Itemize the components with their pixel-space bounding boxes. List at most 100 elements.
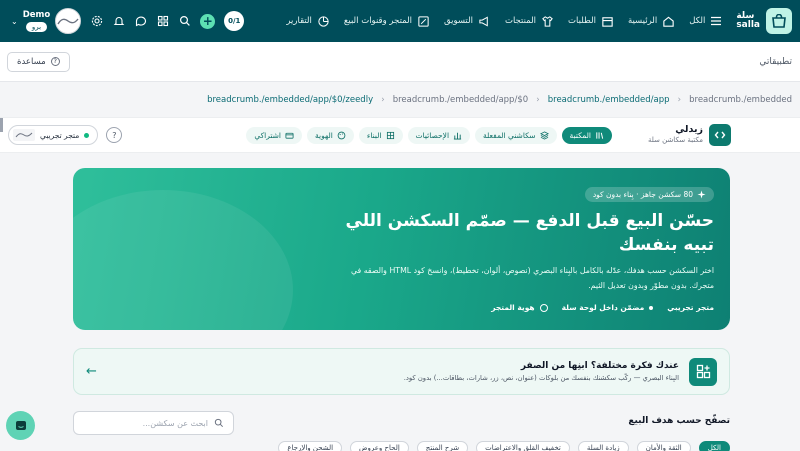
nav-item-reports[interactable]: التقارير: [286, 15, 330, 28]
help-button[interactable]: ? مساعدة: [7, 51, 70, 72]
settings-icon[interactable]: [90, 15, 103, 28]
card-subtitle: البِناء البصري — ركّب سكشنك بنفسك من بلو…: [403, 373, 679, 382]
store-name: متجر تجريبي: [40, 130, 80, 140]
hero-banner: 80 سكشن جاهز · بِناء بدون كود حسّن البيع…: [73, 168, 730, 330]
section-search-input[interactable]: ابحث عن سكشن...: [73, 411, 234, 435]
apps-grid-icon[interactable]: [156, 15, 169, 28]
app-tabs: المكتبة سكاشني المفعلة الإحصائيات البناء…: [246, 126, 612, 144]
nav-item-label: التقارير: [286, 16, 312, 26]
chip-label: متجر تجريبي: [667, 303, 714, 312]
progress-counter[interactable]: 0/1: [224, 11, 245, 31]
app-subtitle: مكتبة سكاشن سلة: [647, 136, 703, 144]
tab-library[interactable]: المكتبة: [561, 126, 612, 144]
help-icon[interactable]: ?: [106, 127, 123, 143]
tab-label: الهوية: [315, 130, 333, 140]
nav-item-home[interactable]: الرئيسية: [628, 15, 675, 28]
store-switcher[interactable]: متجر تجريبي: [8, 125, 99, 145]
breadcrumb-item[interactable]: breadcrumb./embedded/app/$0: [393, 95, 528, 105]
build-from-scratch-card[interactable]: عندك فكرة مختلفة؟ ابنِها من الصفر البِنا…: [73, 348, 730, 395]
plan-badge: برو: [25, 22, 48, 32]
hero-chip-embedded: مضمّن داخل لوحة سلة: [562, 303, 654, 312]
nav-item-label: التسويق: [444, 16, 473, 26]
top-navigation: سلة salla الكل الرئيسية الطلبات المنتجات…: [0, 0, 800, 42]
nav-actions: ⌄ Demo برو + 0/1: [8, 8, 245, 34]
tab-identity[interactable]: الهوية: [307, 126, 354, 144]
app-header-actions: متجر تجريبي ?: [8, 125, 123, 145]
chevron-down-icon: ⌄: [11, 16, 18, 26]
app-brand: زيدلي مكتبة سكاشن سلة: [648, 124, 731, 146]
tshirt-icon: [542, 15, 553, 27]
badge-text: 80 سكشن جاهز · بِناء بدون كود: [592, 190, 693, 199]
nav-item-marketing[interactable]: التسويق: [444, 15, 491, 28]
store-logo: [13, 129, 35, 141]
salla-bag-icon: [766, 8, 792, 34]
search-icon[interactable]: [178, 15, 191, 28]
tab-statistics[interactable]: الإحصائيات: [407, 126, 471, 144]
search-icon: [214, 418, 224, 428]
megaphone-icon: [479, 15, 488, 27]
card-icon: [285, 132, 294, 139]
card-title: عندك فكرة مختلفة؟ ابنِها من الصفر: [520, 360, 679, 371]
search-placeholder: ابحث عن سكشن...: [142, 418, 208, 428]
page-header: تطبيقاتي ? مساعدة: [0, 42, 800, 82]
circle-icon: [539, 303, 548, 312]
user-name: Demo: [22, 10, 51, 20]
chip-label: مضمّن داخل لوحة سلة: [561, 303, 645, 312]
nav-item-label: الرئيسية: [627, 16, 658, 26]
brand-name-latin: salla: [736, 20, 760, 30]
app-logo-icon: [709, 124, 731, 146]
layers-icon: [539, 130, 549, 140]
nav-item-label: الكل: [689, 16, 706, 26]
tab-subscription[interactable]: اشتراكي: [246, 126, 303, 144]
nav-item-orders[interactable]: الطلبات: [568, 15, 614, 28]
chat-bubble-icon: [15, 420, 26, 430]
filter-pill-all[interactable]: الكل: [698, 441, 730, 451]
goal-filter-pills: الكل الثقة والأمان زيادة السلة تخفيف الق…: [95, 441, 730, 451]
support-chat-button[interactable]: [6, 411, 35, 440]
page-title: تطبيقاتي: [759, 56, 792, 67]
chevron-left-icon: ‹: [381, 95, 385, 105]
library-icon: [596, 131, 604, 139]
filter-pill[interactable]: الثقة والأمان: [636, 441, 691, 451]
bullet-icon: [649, 305, 654, 310]
nav-item-label: المنتجات: [504, 16, 537, 26]
tab-label: سكاشني المفعلة: [483, 130, 536, 140]
add-icon[interactable]: +: [200, 13, 216, 29]
notification-bell-icon[interactable]: [112, 15, 125, 28]
filter-pill[interactable]: إلحاح وعروض: [350, 441, 409, 451]
chat-icon[interactable]: [134, 15, 147, 28]
bar-chart-icon: [453, 132, 462, 140]
tab-label: المكتبة: [569, 130, 591, 140]
builder-icon: [386, 131, 394, 139]
blocks-icon: [689, 357, 717, 386]
nav-item-all[interactable]: الكل: [689, 15, 722, 27]
breadcrumb-item[interactable]: breadcrumb./embedded/app: [548, 95, 670, 105]
nav-item-products[interactable]: المنتجات: [505, 15, 554, 28]
hero-chips: متجر تجريبي مضمّن داخل لوحة سلة هوية الم…: [93, 303, 714, 312]
tab-label: الإحصائيات: [415, 130, 450, 140]
chevron-left-icon: ‹: [536, 95, 540, 105]
sparkle-icon: [697, 190, 706, 199]
breadcrumb-item[interactable]: breadcrumb./embedded: [689, 95, 792, 105]
menu-icon: [711, 16, 722, 26]
nav-item-store-channels[interactable]: المتجر وقنوات البيع: [344, 15, 430, 28]
hero-chip-demo-store: متجر تجريبي: [667, 303, 714, 312]
help-label: مساعدة: [17, 56, 46, 67]
home-icon: [663, 16, 674, 27]
tab-label: البناء: [366, 130, 382, 140]
filter-pill[interactable]: شرح المنتج: [416, 441, 469, 451]
filter-pill[interactable]: زيادة السلة: [577, 441, 629, 451]
hero-chip-store-identity[interactable]: هوية المتجر: [491, 303, 548, 312]
tab-builder[interactable]: البناء: [358, 126, 403, 144]
chip-label: هوية المتجر: [491, 303, 535, 312]
filter-pill[interactable]: تخفيف القلق والاعتراضات: [476, 441, 570, 451]
arrow-left-icon: ←: [86, 364, 97, 379]
nav-item-label: المتجر وقنوات البيع: [343, 16, 412, 26]
nav-item-label: الطلبات: [568, 16, 596, 26]
breadcrumb-item[interactable]: breadcrumb./embedded/app/$0/zeedly: [207, 95, 373, 105]
user-menu[interactable]: ⌄ Demo برو: [8, 8, 82, 34]
tab-my-sections[interactable]: سكاشني المفعلة: [475, 126, 557, 144]
salla-logo[interactable]: سلة salla: [736, 8, 792, 34]
sections-count-badge: 80 سكشن جاهز · بِناء بدون كود: [584, 187, 714, 202]
filter-pill[interactable]: الشحن والإرجاع: [278, 441, 343, 451]
